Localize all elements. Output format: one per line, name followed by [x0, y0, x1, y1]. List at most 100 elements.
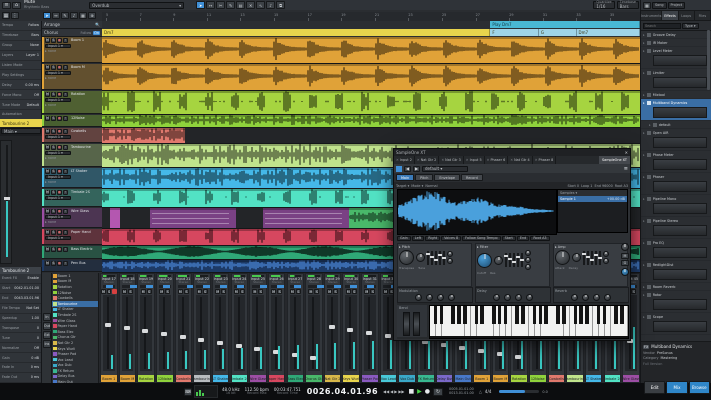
browser-item[interactable]: ▸ Pipeline Stereo: [641, 217, 711, 239]
fader-cap[interactable]: [4, 197, 10, 200]
browser-item[interactable]: ▸ Room Reverb: [641, 283, 711, 291]
sample-list-item[interactable]: Sample 1 +00.00 dB: [558, 196, 627, 202]
edit-tool-icon-1[interactable]: ↔: [52, 12, 60, 19]
track-header[interactable]: M S ● ◦ LT Shaker Input 1 ▾ ▸ none: [42, 168, 102, 188]
track-solo-button[interactable]: S: [51, 129, 56, 134]
event-inspector-row[interactable]: Event FX Enable: [0, 274, 41, 284]
piano-black-key[interactable]: [614, 306, 618, 324]
strip-channel-tag[interactable]: 12Noise: [529, 375, 546, 382]
audio-clip[interactable]: [102, 115, 640, 127]
track-mute-button[interactable]: M: [45, 261, 50, 266]
mini-knob-vel[interactable]: [525, 257, 531, 263]
event-inspector-row[interactable]: Fade In 0 ms: [0, 363, 41, 373]
track-monitor-button[interactable]: ◦: [63, 65, 68, 70]
strip-solo-button[interactable]: S: [202, 289, 208, 294]
chord-section[interactable]: Dm7: [102, 29, 491, 36]
pitch-bend-wheel[interactable]: [403, 312, 410, 336]
track-record-button[interactable]: ●: [57, 169, 62, 174]
browse-button[interactable]: Browse: [688, 381, 710, 394]
slider-a[interactable]: [504, 253, 508, 267]
fx-knob[interactable]: [504, 294, 511, 301]
browser-item[interactable]: ▸ Phase Meter: [641, 151, 711, 173]
track-record-button[interactable]: ●: [57, 190, 62, 195]
plugin-thumbnail[interactable]: [653, 299, 707, 310]
browser-item[interactable]: ▸ Level Meter: [641, 47, 711, 69]
wave-field[interactable]: Root A3: [615, 184, 628, 188]
tab-close-icon[interactable]: ✕: [466, 158, 469, 162]
track-input-dropdown[interactable]: Input 1 ▾: [45, 235, 71, 240]
track-solo-button[interactable]: S: [51, 190, 56, 195]
options-icon[interactable]: ⋮: [11, 12, 19, 19]
event-inspector-row[interactable]: End 0043.03.01.96: [0, 294, 41, 304]
strip-mute-button[interactable]: M: [252, 289, 258, 294]
strip-header[interactable]: Input 31 Stereo: [362, 277, 378, 284]
piano-black-key[interactable]: [579, 306, 583, 324]
expand-arrow-icon[interactable]: ▸: [643, 153, 645, 157]
knob-blue[interactable]: [621, 268, 629, 276]
type-dropdown[interactable]: Type ▾: [682, 22, 699, 29]
strip-solo-button[interactable]: S: [183, 289, 189, 294]
mini-knob-env[interactable]: [525, 250, 531, 256]
piano-black-key[interactable]: [556, 306, 560, 324]
inspector-row[interactable]: Play Settings: [0, 70, 41, 81]
expand-arrow-icon[interactable]: ▸: [643, 315, 645, 319]
track-mute-button[interactable]: M: [45, 190, 50, 195]
strip-mute-button[interactable]: M: [177, 289, 183, 294]
piano-black-key[interactable]: [532, 306, 537, 324]
strip-mute-button[interactable]: M: [308, 289, 314, 294]
strip-mute-button[interactable]: M: [121, 289, 127, 294]
strip-solo-button[interactable]: S: [314, 289, 320, 294]
track-solo-button[interactable]: S: [51, 209, 56, 214]
fx-panel-title[interactable]: Delay: [477, 289, 549, 293]
edit-tool-icon-4[interactable]: ▦: [79, 12, 87, 19]
slider-s[interactable]: [512, 253, 516, 267]
track-record-button[interactable]: ●: [57, 145, 62, 150]
browser-tab-effects[interactable]: Effects: [662, 11, 679, 20]
expand-arrow-icon[interactable]: ▸: [643, 197, 645, 201]
main-out-dropdown[interactable]: Main ▾: [1, 128, 41, 134]
plugin-subtab-record[interactable]: Record: [461, 174, 483, 181]
loop-range-display[interactable]: 0005.01.01.00 0013.01.01.00: [449, 387, 474, 395]
strip-solo-button[interactable]: S: [351, 289, 357, 294]
home-icon[interactable]: ⌂: [12, 1, 21, 9]
piano-black-key[interactable]: [451, 306, 455, 324]
strip-mute-button[interactable]: M: [327, 289, 333, 294]
strip-solo-button[interactable]: S: [106, 289, 112, 294]
fader-cap[interactable]: [384, 333, 391, 338]
plugin-thumbnail[interactable]: [653, 159, 707, 170]
track-record-button[interactable]: ●: [57, 116, 62, 121]
tool-icon-7[interactable]: ♪: [266, 1, 276, 9]
strip-mute-button[interactable]: M: [271, 289, 277, 294]
plugin-subtab-main[interactable]: Main: [396, 174, 415, 181]
strip-header[interactable]: Input 21 Stereo: [176, 277, 192, 284]
track-mute-button[interactable]: M: [45, 92, 50, 97]
wave-field[interactable]: Start 0: [568, 184, 580, 188]
bank-button-ext[interactable]: Ext: [43, 331, 51, 339]
strip-channel-tag[interactable]: Delay Bus: [436, 375, 453, 382]
strip-channel-tag[interactable]: LT Shaker: [212, 375, 229, 382]
fx-knob[interactable]: [604, 294, 611, 301]
knob-res[interactable]: [494, 255, 503, 265]
track-solo-button[interactable]: S: [51, 169, 56, 174]
track-monitor-button[interactable]: ◦: [63, 116, 68, 121]
strip-channel-tag[interactable]: 12Noise: [156, 375, 173, 382]
fx-knob[interactable]: [437, 294, 444, 301]
track-mute-button[interactable]: M: [45, 38, 50, 43]
browser-tab-instruments[interactable]: Instruments: [641, 11, 663, 20]
fader-cap[interactable]: [198, 337, 205, 342]
strip-channel-tag[interactable]: Phaser Pad: [362, 375, 378, 382]
strip-mute-button[interactable]: M: [345, 289, 351, 294]
fader-cap[interactable]: [123, 325, 130, 330]
tempo-display[interactable]: 112.50 bpm Record Max: [245, 387, 269, 395]
project-button[interactable]: Project: [667, 1, 686, 9]
track-solo-button[interactable]: S: [51, 65, 56, 70]
plugin-tab-active[interactable]: SampleOne XT: [598, 156, 630, 164]
track-mute-button[interactable]: M: [45, 145, 50, 150]
wave-field[interactable]: End 96000: [594, 184, 612, 188]
strip-channel-tag[interactable]: Bass Elec: [287, 375, 304, 382]
strip-channel-tag[interactable]: Main Out: [455, 375, 471, 382]
preset-prev-button[interactable]: ◀: [404, 165, 411, 172]
event-inspector-row[interactable]: File Tempo Not Set: [0, 304, 41, 314]
strip-channel-tag[interactable]: Paper Hand: [268, 375, 285, 382]
track-header[interactable]: M S ● ◦ Boom M Input 1 ▾ ▸ none: [42, 64, 102, 90]
